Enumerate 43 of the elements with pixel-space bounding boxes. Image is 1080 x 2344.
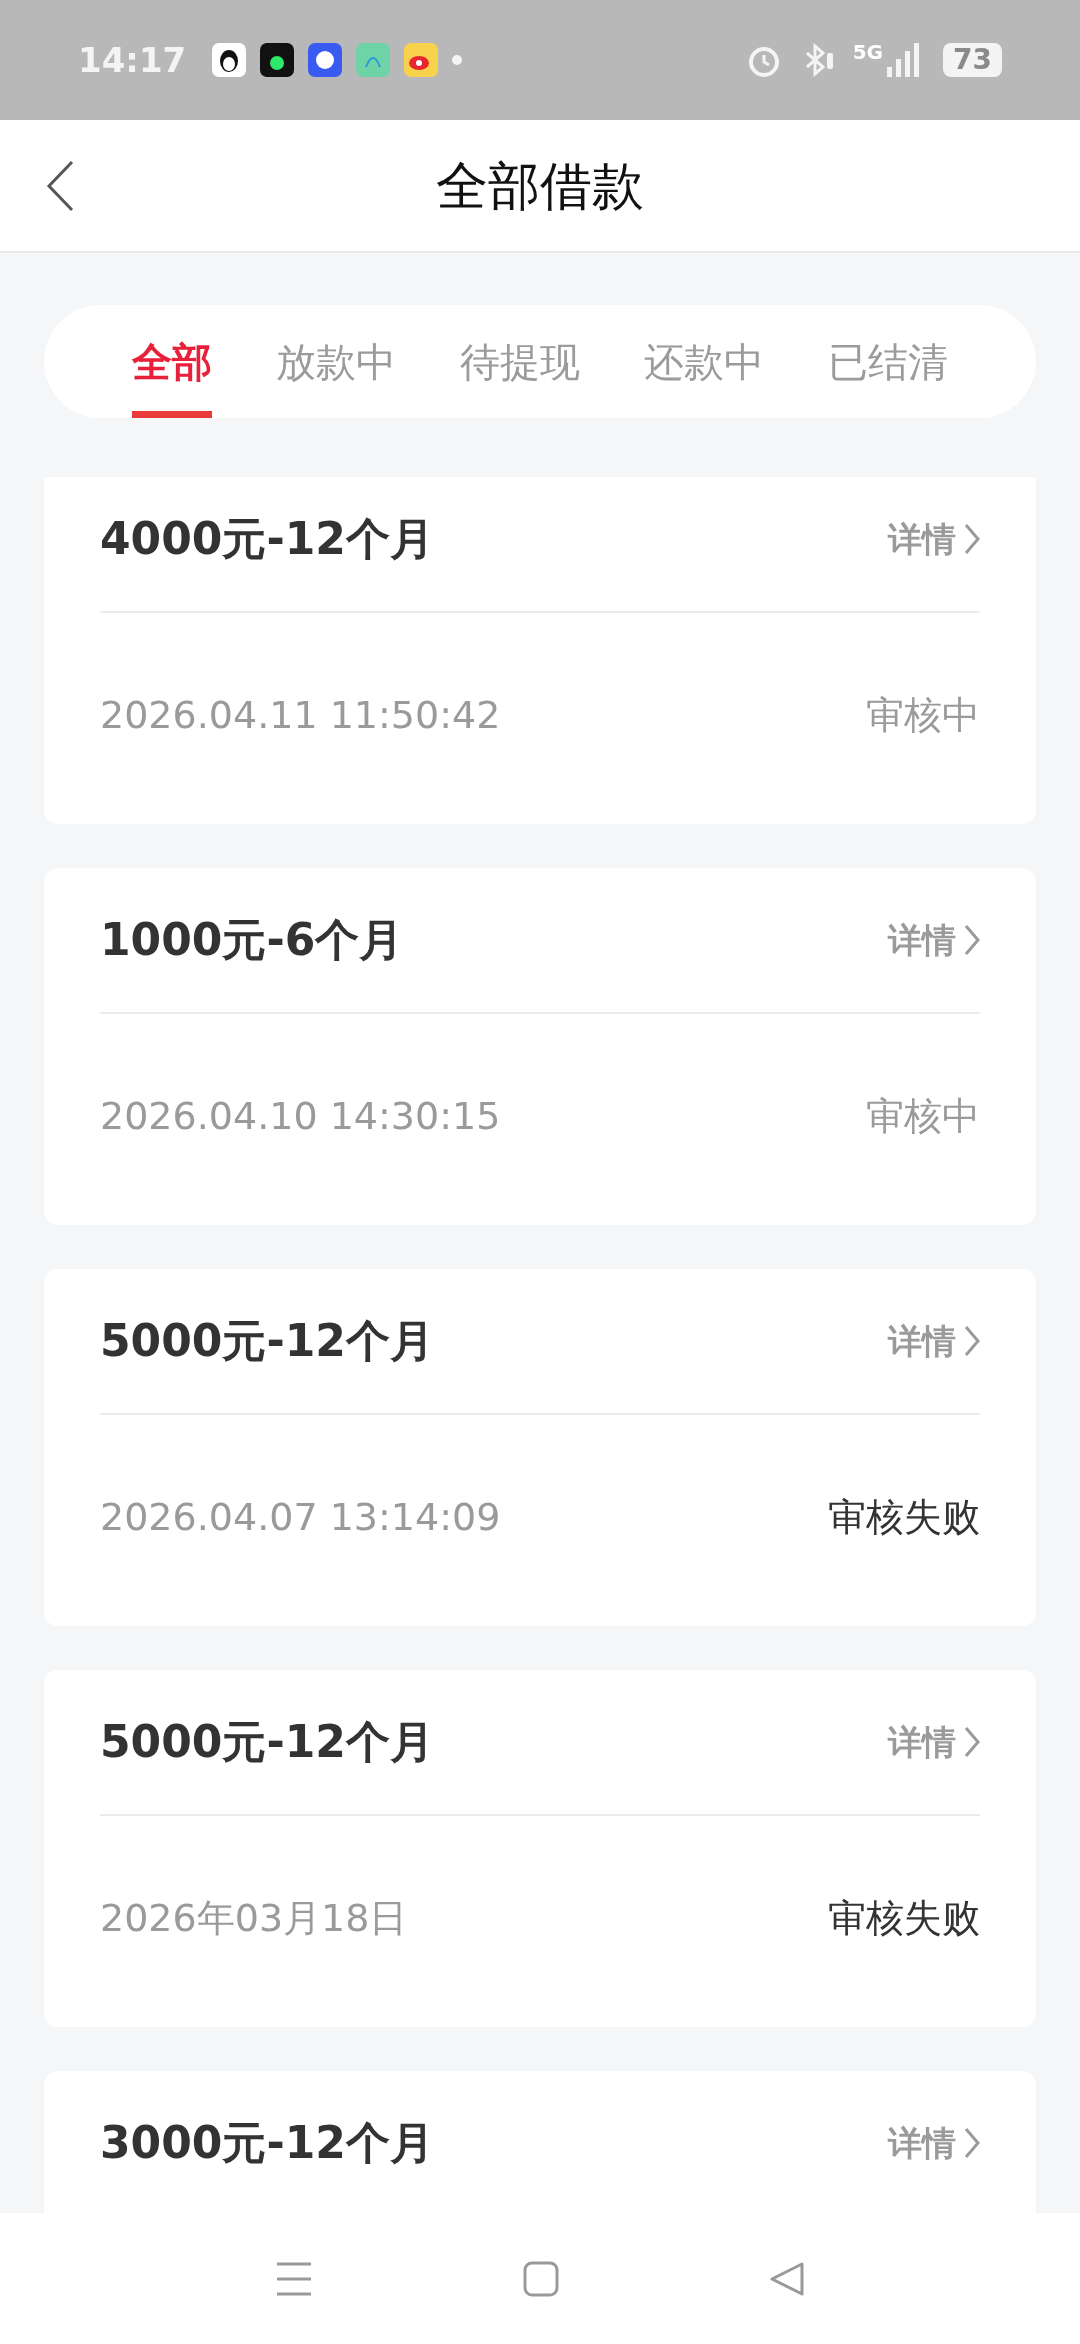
loan-date: 2026年03月18日 <box>100 1895 408 1942</box>
app-icon <box>356 43 391 77</box>
loan-title: 1000元-6个月 <box>100 913 404 967</box>
back-icon[interactable] <box>769 2260 805 2297</box>
loan-status: 审核失败 <box>828 1494 980 1541</box>
tab[interactable]: 全部 <box>132 305 212 418</box>
tab[interactable]: 还款中 <box>644 305 764 418</box>
detail-link[interactable]: 详情 <box>888 2117 980 2169</box>
chevron-right-icon <box>964 1726 980 1758</box>
detail-link[interactable]: 详情 <box>888 513 980 565</box>
tab[interactable]: 放款中 <box>276 305 396 418</box>
app-icon <box>308 43 343 77</box>
page-title: 全部借款 <box>436 154 644 218</box>
battery-indicator: 73 <box>943 43 1002 77</box>
chevron-right-icon <box>964 1325 980 1357</box>
chevron-right-icon <box>964 2127 980 2159</box>
chevron-right-icon <box>964 523 980 555</box>
app-icon <box>260 43 295 77</box>
detail-link[interactable]: 详情 <box>888 1716 980 1768</box>
app-icon <box>212 43 247 77</box>
loan-status: 审核失败 <box>828 1895 980 1942</box>
menu-icon[interactable] <box>275 2260 313 2297</box>
loan-title: 5000元-12个月 <box>100 1314 434 1368</box>
loan-date: 2026.04.07 13:14:09 <box>100 1494 501 1541</box>
back-icon <box>45 160 75 212</box>
detail-link[interactable]: 详情 <box>888 914 980 966</box>
loan-date: 2026.04.11 11:50:42 <box>100 692 501 739</box>
loan-status: 审核中 <box>866 692 980 739</box>
network-label: 5G <box>852 39 884 66</box>
loan-title: 4000元-12个月 <box>100 512 434 566</box>
status-time: 14:17 <box>78 38 187 82</box>
chevron-right-icon <box>964 924 980 956</box>
loan-status: 审核中 <box>866 1093 980 1140</box>
tab[interactable]: 已结清 <box>828 305 948 418</box>
loan-title: 5000元-12个月 <box>100 1715 434 1769</box>
dot-icon <box>452 55 463 65</box>
home-icon[interactable] <box>523 2260 559 2297</box>
signal-icon <box>885 41 920 79</box>
detail-link[interactable]: 详情 <box>888 1315 980 1367</box>
loan-title: 3000元-12个月 <box>100 2116 434 2170</box>
loan-date: 2026.04.10 14:30:15 <box>100 1093 501 1140</box>
app-icon <box>404 43 439 77</box>
tab[interactable]: 待提现 <box>460 305 580 418</box>
